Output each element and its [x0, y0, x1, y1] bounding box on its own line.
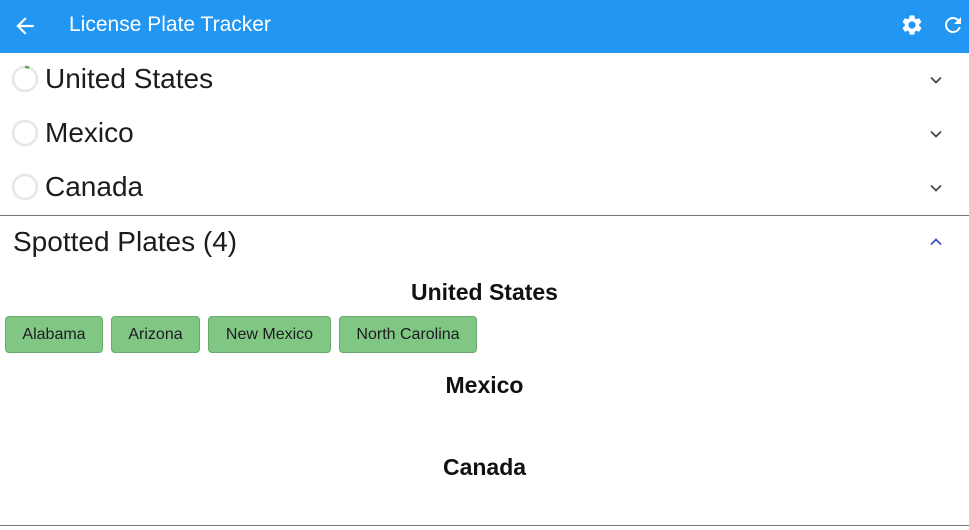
- plate-chip[interactable]: Arizona: [111, 316, 200, 353]
- progress-ring-icon: [11, 173, 39, 201]
- group-title-canada: Canada: [442, 454, 527, 480]
- spotted-plates-header[interactable]: Spotted Plates (4): [0, 216, 969, 268]
- country-row-united-states[interactable]: United States: [0, 53, 969, 107]
- group-title-united-states: United States: [411, 279, 558, 305]
- country-row-mexico[interactable]: Mexico: [0, 107, 969, 161]
- plate-chip[interactable]: Alabama: [5, 316, 103, 353]
- country-name: United States: [45, 63, 214, 94]
- chevron-down-icon[interactable]: [928, 180, 944, 196]
- country-name: Canada: [45, 171, 144, 202]
- progress-ring-icon: [11, 119, 39, 147]
- country-row-canada[interactable]: Canada: [0, 161, 969, 215]
- app-title: License Plate Tracker: [69, 13, 271, 36]
- chevron-down-icon[interactable]: [928, 126, 944, 142]
- plate-chip[interactable]: New Mexico: [208, 316, 331, 353]
- divider: [0, 525, 969, 526]
- country-name: Mexico: [45, 117, 134, 148]
- progress-ring-icon: [11, 65, 39, 93]
- group-title-mexico: Mexico: [445, 372, 524, 398]
- plate-chip[interactable]: North Carolina: [339, 316, 477, 353]
- chevron-up-icon[interactable]: [928, 234, 944, 250]
- spotted-plates-label: Spotted Plates (4): [13, 226, 238, 257]
- refresh-icon[interactable]: [941, 13, 965, 37]
- back-arrow-icon[interactable]: [12, 13, 38, 39]
- chevron-down-icon[interactable]: [928, 72, 944, 88]
- app-bar: License Plate Tracker: [0, 0, 969, 53]
- gear-icon[interactable]: [900, 13, 924, 37]
